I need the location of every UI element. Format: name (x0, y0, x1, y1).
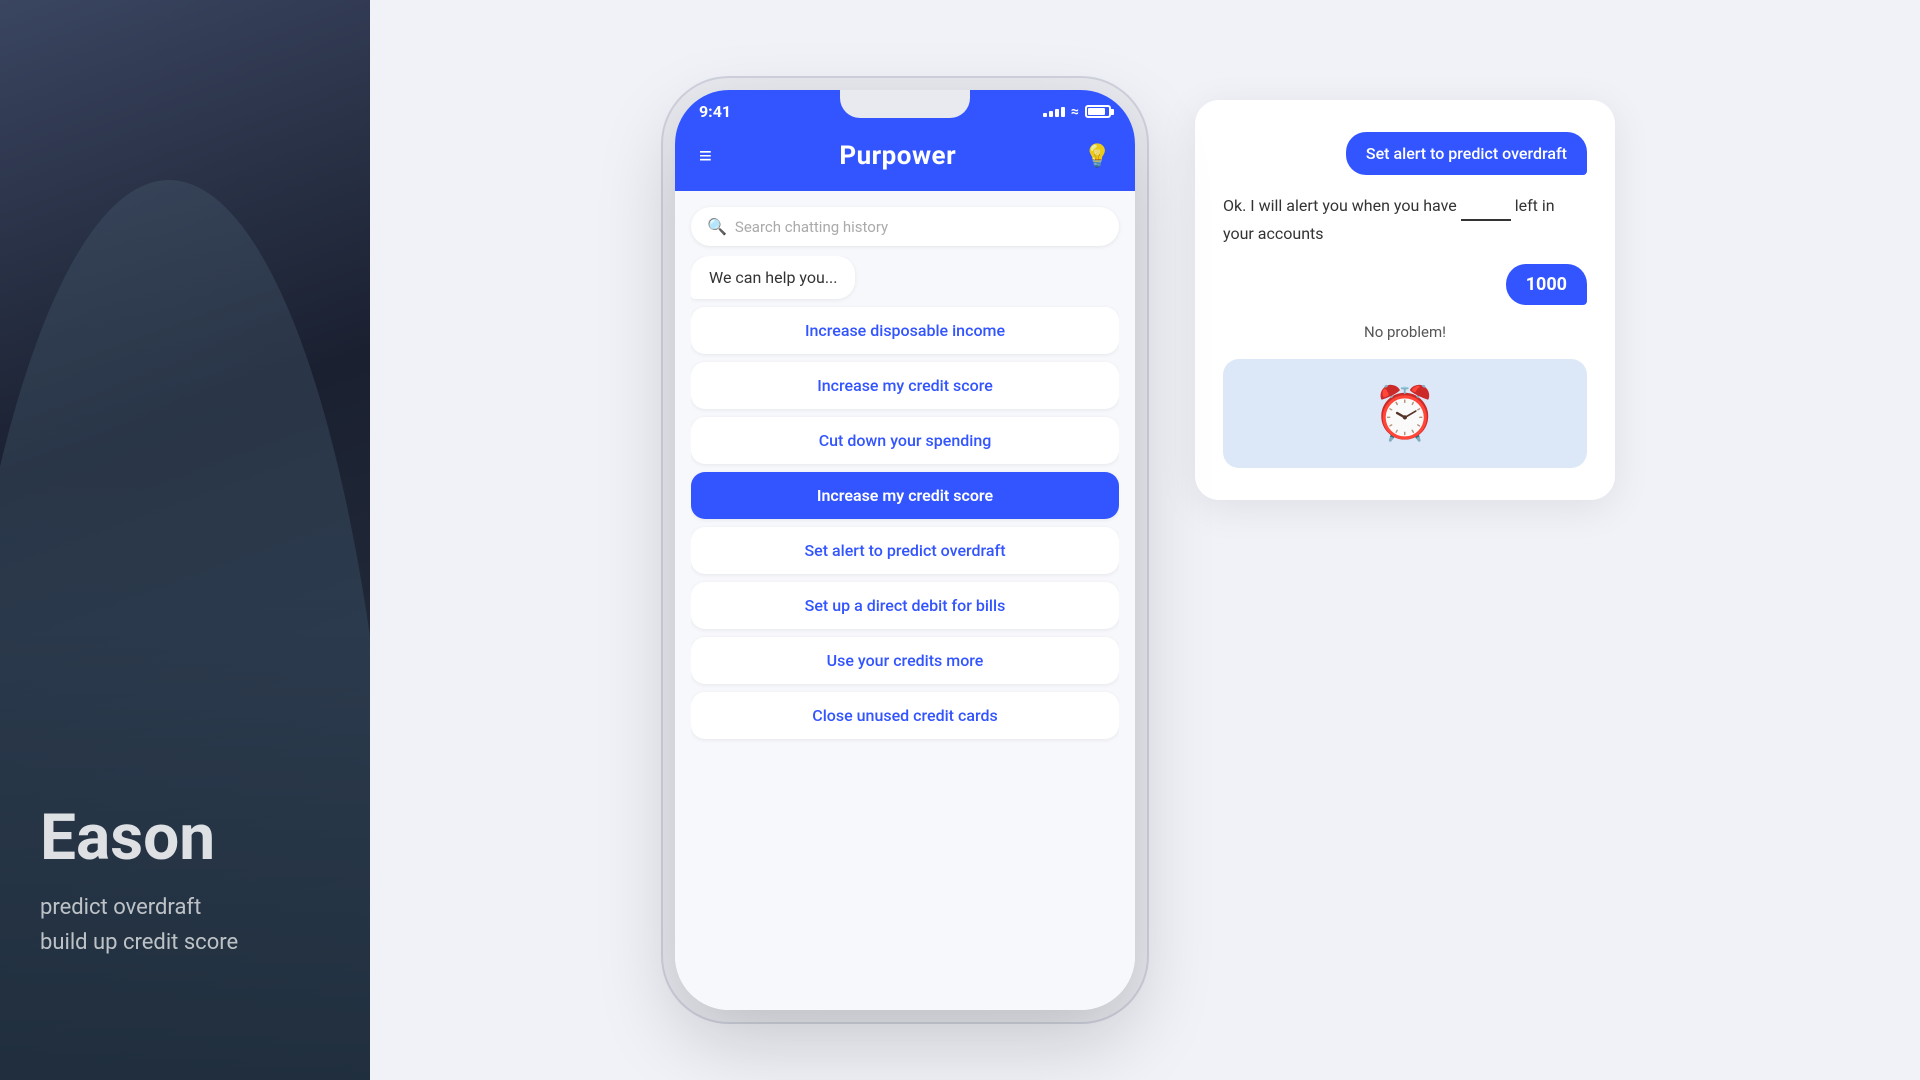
alarm-card: ⏰ (1223, 359, 1587, 468)
user-msg-wrap: Set alert to predict overdraft (1223, 132, 1587, 175)
phone-notch (840, 90, 970, 118)
app-title: Purpower (839, 141, 956, 171)
bot-response: Ok. I will alert you when you have left … (1223, 193, 1587, 246)
subtitle-line2: build up credit score (40, 930, 238, 955)
signal-bar-1 (1043, 113, 1047, 117)
right-panel: 9:41 ≈ ≡ Purpower (370, 0, 1920, 1080)
status-time: 9:41 (699, 102, 731, 121)
battery-icon (1085, 105, 1111, 118)
search-placeholder: Search chatting history (735, 218, 888, 236)
signal-bar-4 (1061, 107, 1065, 117)
lightbulb-icon[interactable]: 💡 (1084, 144, 1111, 169)
wifi-icon: ≈ (1071, 104, 1079, 120)
amount-wrap: 1000 (1223, 264, 1587, 305)
menu-item-7[interactable]: Close unused credit cards (691, 692, 1119, 739)
helper-bubble: We can help you... (691, 256, 855, 299)
left-text-block: Eason predict overdraft build up credit … (40, 803, 238, 960)
user-message: Set alert to predict overdraft (1346, 132, 1587, 175)
chat-area: We can help you... Increase disposable i… (691, 256, 1119, 994)
signal-bar-2 (1049, 111, 1053, 117)
battery-fill (1088, 108, 1105, 115)
chat-card: Set alert to predict overdraft Ok. I wil… (1195, 100, 1615, 500)
signal-bars-icon (1043, 107, 1065, 117)
blank-span (1461, 193, 1511, 221)
status-icons: ≈ (1043, 104, 1111, 120)
menu-item-2[interactable]: Cut down your spending (691, 417, 1119, 464)
alarm-emoji: ⏰ (1373, 383, 1438, 444)
app-header: ≡ Purpower 💡 (675, 129, 1135, 191)
amount-bubble: 1000 (1506, 264, 1587, 305)
app-body: 🔍 Search chatting history We can help yo… (675, 191, 1135, 1010)
phone-frame: 9:41 ≈ ≡ Purpower (675, 90, 1135, 1010)
signal-bar-3 (1055, 109, 1059, 117)
left-panel: Eason predict overdraft build up credit … (0, 0, 370, 1080)
search-bar[interactable]: 🔍 Search chatting history (691, 207, 1119, 246)
phone-container: 9:41 ≈ ≡ Purpower (675, 90, 1135, 1010)
menu-item-5[interactable]: Set up a direct debit for bills (691, 582, 1119, 629)
menu-item-0[interactable]: Increase disposable income (691, 307, 1119, 354)
menu-item-1[interactable]: Increase my credit score (691, 362, 1119, 409)
user-name: Eason (40, 803, 238, 873)
menu-item-4[interactable]: Set alert to predict overdraft (691, 527, 1119, 574)
user-subtitle: predict overdraft build up credit score (40, 890, 238, 960)
search-icon: 🔍 (707, 217, 727, 236)
no-problem-text: No problem! (1223, 323, 1587, 341)
menu-item-6[interactable]: Use your credits more (691, 637, 1119, 684)
hamburger-icon[interactable]: ≡ (699, 143, 712, 169)
menu-item-3-selected[interactable]: Increase my credit score (691, 472, 1119, 519)
subtitle-line1: predict overdraft (40, 895, 201, 920)
